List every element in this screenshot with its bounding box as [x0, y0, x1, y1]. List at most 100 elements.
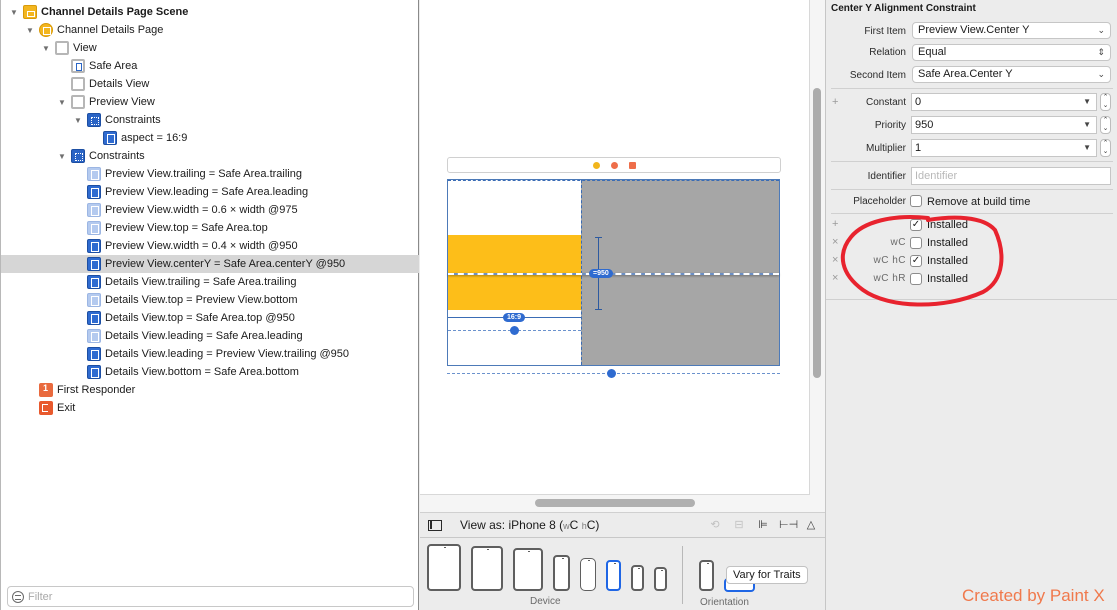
- outline-row[interactable]: Exit: [1, 399, 419, 417]
- first-item-popup[interactable]: Preview View.Center Y ⌄: [912, 22, 1111, 39]
- relation-popup[interactable]: Equal ⇕: [912, 44, 1111, 61]
- scene-view[interactable]: =950 16:9: [447, 179, 780, 366]
- priority-field[interactable]: 950 ▼: [911, 116, 1097, 134]
- vertical-scrollbar[interactable]: [813, 88, 821, 378]
- view-controller-dock-icon[interactable]: [593, 162, 600, 169]
- filter-field[interactable]: [7, 586, 414, 607]
- outline-row[interactable]: ▼ Preview View: [1, 93, 419, 111]
- outline-row[interactable]: First Responder: [1, 381, 419, 399]
- disclosure-triangle-icon[interactable]: ▼: [41, 43, 51, 53]
- add-variation-icon[interactable]: +: [832, 218, 838, 230]
- outline-row[interactable]: Preview View.leading = Safe Area.leading: [1, 183, 419, 201]
- resolve-issues-icon[interactable]: △: [803, 518, 819, 532]
- remove-variation-icon[interactable]: ×: [832, 254, 838, 266]
- scene-dock[interactable]: [447, 157, 781, 173]
- first-item-label: First Item: [864, 26, 906, 37]
- remove-variation-icon[interactable]: ×: [832, 236, 838, 248]
- identifier-field[interactable]: [911, 167, 1111, 185]
- dropdown-triangle-icon[interactable]: ▼: [1083, 117, 1091, 133]
- multiplier-stepper[interactable]: ⌃ ⌄: [1100, 139, 1111, 157]
- align-icon[interactable]: ⊫: [755, 518, 771, 532]
- outline-row[interactable]: aspect = 16:9: [1, 129, 419, 147]
- center-y-badge[interactable]: =950: [589, 269, 613, 278]
- outline-row[interactable]: Preview View.centerY = Safe Area.centerY…: [1, 255, 419, 273]
- outline-row-label: Details View.leading = Safe Area.leading: [105, 330, 303, 342]
- sidebar-toggle-icon[interactable]: [428, 520, 442, 531]
- filter-icon: [12, 590, 24, 603]
- safe-area-icon: [71, 59, 85, 73]
- disclosure-triangle-icon[interactable]: ▼: [57, 151, 67, 161]
- device-iphone-se[interactable]: [631, 565, 644, 591]
- filter-input[interactable]: [28, 590, 388, 603]
- outline-row[interactable]: Details View.leading = Preview View.trai…: [1, 345, 419, 363]
- view-as-label[interactable]: View as: iPhone 8 (wC hC): [460, 518, 599, 532]
- outline-row[interactable]: ▼ View: [1, 39, 419, 57]
- embed-in-stack-icon[interactable]: ⊟: [731, 518, 747, 532]
- outline-row[interactable]: ▼ Constraints: [1, 147, 419, 165]
- device-iphone-8[interactable]: [606, 560, 621, 591]
- device-iphone-4s[interactable]: [654, 567, 667, 591]
- outline-row[interactable]: Details View.top = Preview View.bottom: [1, 291, 419, 309]
- disclosure-triangle-icon[interactable]: ▼: [57, 97, 67, 107]
- outline-row[interactable]: Details View.leading = Safe Area.leading: [1, 327, 419, 345]
- add-variation-icon[interactable]: +: [832, 96, 838, 108]
- orientation-portrait[interactable]: [699, 560, 714, 591]
- outline-row[interactable]: Details View: [1, 75, 419, 93]
- outline-row[interactable]: Preview View.width = 0.4 × width @950: [1, 237, 419, 255]
- remove-variation-icon[interactable]: ×: [832, 272, 838, 284]
- vary-for-traits-button[interactable]: Vary for Traits: [726, 566, 808, 584]
- outline-row[interactable]: Preview View.top = Safe Area.top: [1, 219, 419, 237]
- update-frames-icon[interactable]: ⟲: [707, 518, 723, 532]
- add-constraints-icon[interactable]: ⊢⊣: [779, 518, 798, 532]
- exit-dock-icon[interactable]: [629, 162, 636, 169]
- outline-row[interactable]: Details View.bottom = Safe Area.bottom: [1, 363, 419, 381]
- dropdown-triangle-icon[interactable]: ▼: [1083, 94, 1091, 110]
- view-icon: [71, 95, 85, 109]
- canvas-area[interactable]: =950 16:9: [420, 0, 810, 495]
- outline-row[interactable]: Preview View.trailing = Safe Area.traili…: [1, 165, 419, 183]
- disclosure-triangle-icon[interactable]: ▼: [73, 115, 83, 125]
- device-iphone-x[interactable]: [580, 558, 596, 591]
- priority-label: Priority: [874, 120, 906, 131]
- second-item-popup[interactable]: Safe Area.Center Y ⌄: [912, 66, 1111, 83]
- outline-row[interactable]: Details View.trailing = Safe Area.traili…: [1, 273, 419, 291]
- disclosure-triangle-icon[interactable]: ▼: [25, 25, 35, 35]
- aspect-badge[interactable]: 16:9: [503, 313, 526, 322]
- width-constraint-handle[interactable]: [510, 326, 519, 335]
- multiplier-field[interactable]: 1 ▼: [911, 139, 1097, 157]
- constant-stepper[interactable]: ⌃ ⌄: [1100, 93, 1111, 111]
- outline-row[interactable]: ▼ Constraints: [1, 111, 419, 129]
- horizontal-scrollbar[interactable]: [535, 499, 695, 507]
- storyboard-canvas[interactable]: =950 16:9: [420, 0, 825, 512]
- installed-wc-hr-checkbox[interactable]: [910, 273, 922, 285]
- device-ipad-pro-11[interactable]: [471, 546, 503, 591]
- outline-row[interactable]: Safe Area: [1, 57, 419, 75]
- constraint-icon: [87, 239, 101, 253]
- outline-row[interactable]: ▼ Channel Details Page Scene: [1, 3, 419, 21]
- separator: [831, 161, 1113, 162]
- placeholder-checkbox[interactable]: [910, 195, 922, 207]
- disclosure-triangle-icon[interactable]: ▼: [9, 7, 19, 17]
- outline-row[interactable]: Preview View.width = 0.6 × width @975: [1, 201, 419, 219]
- outline-row-label: Preview View.trailing = Safe Area.traili…: [105, 168, 302, 180]
- bottom-constraint-handle[interactable]: [607, 369, 616, 378]
- installed-wc-hc-checkbox[interactable]: ✓: [910, 255, 922, 267]
- dropdown-triangle-icon[interactable]: ▼: [1083, 140, 1091, 156]
- constant-field[interactable]: 0 ▼: [911, 93, 1097, 111]
- installed-wc-checkbox[interactable]: [910, 237, 922, 249]
- outline-row[interactable]: Details View.top = Safe Area.top @950: [1, 309, 419, 327]
- device-ipad[interactable]: [513, 548, 543, 591]
- outline-row[interactable]: ▼ Channel Details Page: [1, 21, 419, 39]
- center-y-constraint-line[interactable]: [448, 273, 779, 275]
- first-responder-dock-icon[interactable]: [611, 162, 618, 169]
- device-ipad-pro-12-9[interactable]: [427, 544, 461, 591]
- priority-stepper[interactable]: ⌃ ⌄: [1100, 116, 1111, 134]
- installed-checkbox[interactable]: ✓: [910, 219, 922, 231]
- device-iphone-plus[interactable]: [553, 555, 570, 591]
